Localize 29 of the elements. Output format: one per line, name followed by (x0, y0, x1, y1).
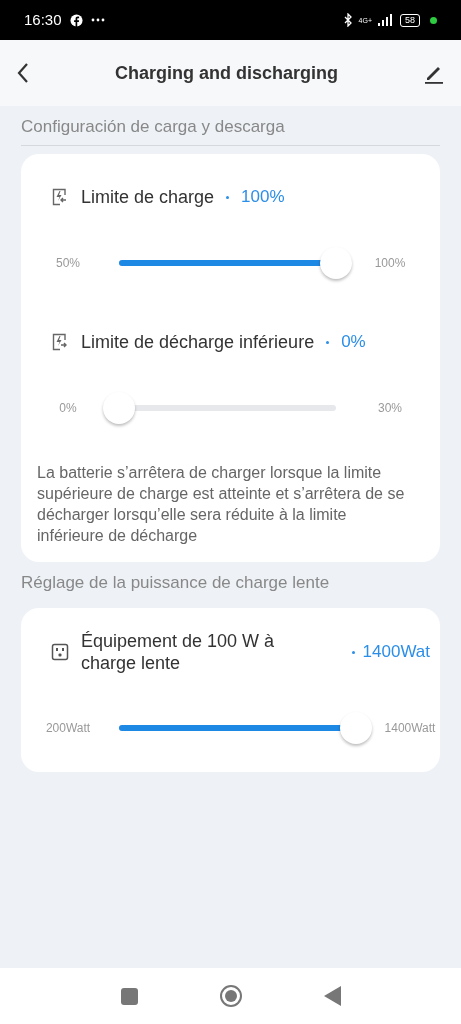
more-icon (90, 18, 105, 22)
facebook-icon (69, 13, 83, 27)
status-time: 16:30 (24, 9, 62, 30)
setting-value: 100% (241, 186, 285, 209)
section-title: Réglage de la puissance de charge lente (21, 572, 330, 592)
page-title: Charging and discharging (115, 61, 338, 85)
slider-max-label: 30% (377, 399, 403, 417)
slider-min-label: 200Watt (44, 720, 92, 737)
setting-label: Équipement de 100 W à charge lente (81, 630, 276, 674)
setting-label: Limite de charge (81, 185, 215, 209)
slider-max-label: 1400Watt (383, 720, 437, 737)
signal-icon (378, 14, 394, 26)
back-nav-icon[interactable] (323, 986, 341, 1006)
setting-label: Limite de décharge inférieure (81, 330, 315, 354)
battery-bolt-icon (51, 187, 69, 207)
slider-max-label: 100% (373, 254, 407, 272)
setting-value: 0% (341, 331, 366, 354)
recents-icon[interactable] (120, 987, 138, 1005)
card-note: La batterie s’arrêtera de charger lorsque la limite supérieure de charge est atteinte et s’arrêtera de se décharger lorsqu’elle sera réduite à la limite inférieure de décharge (37, 462, 406, 546)
home-icon[interactable] (218, 984, 243, 1008)
battery-level: 58 (400, 13, 420, 27)
section-title: Configuración de carga y descarga (21, 117, 285, 136)
back-icon[interactable] (16, 62, 30, 84)
setting-value: 1400Wat (362, 641, 430, 664)
slider-min-label: 50% (55, 254, 81, 272)
bluetooth-icon (343, 13, 353, 27)
battery-bolt-icon (51, 332, 69, 352)
slider-min-label: 0% (58, 399, 78, 417)
outlet-icon (51, 643, 69, 661)
